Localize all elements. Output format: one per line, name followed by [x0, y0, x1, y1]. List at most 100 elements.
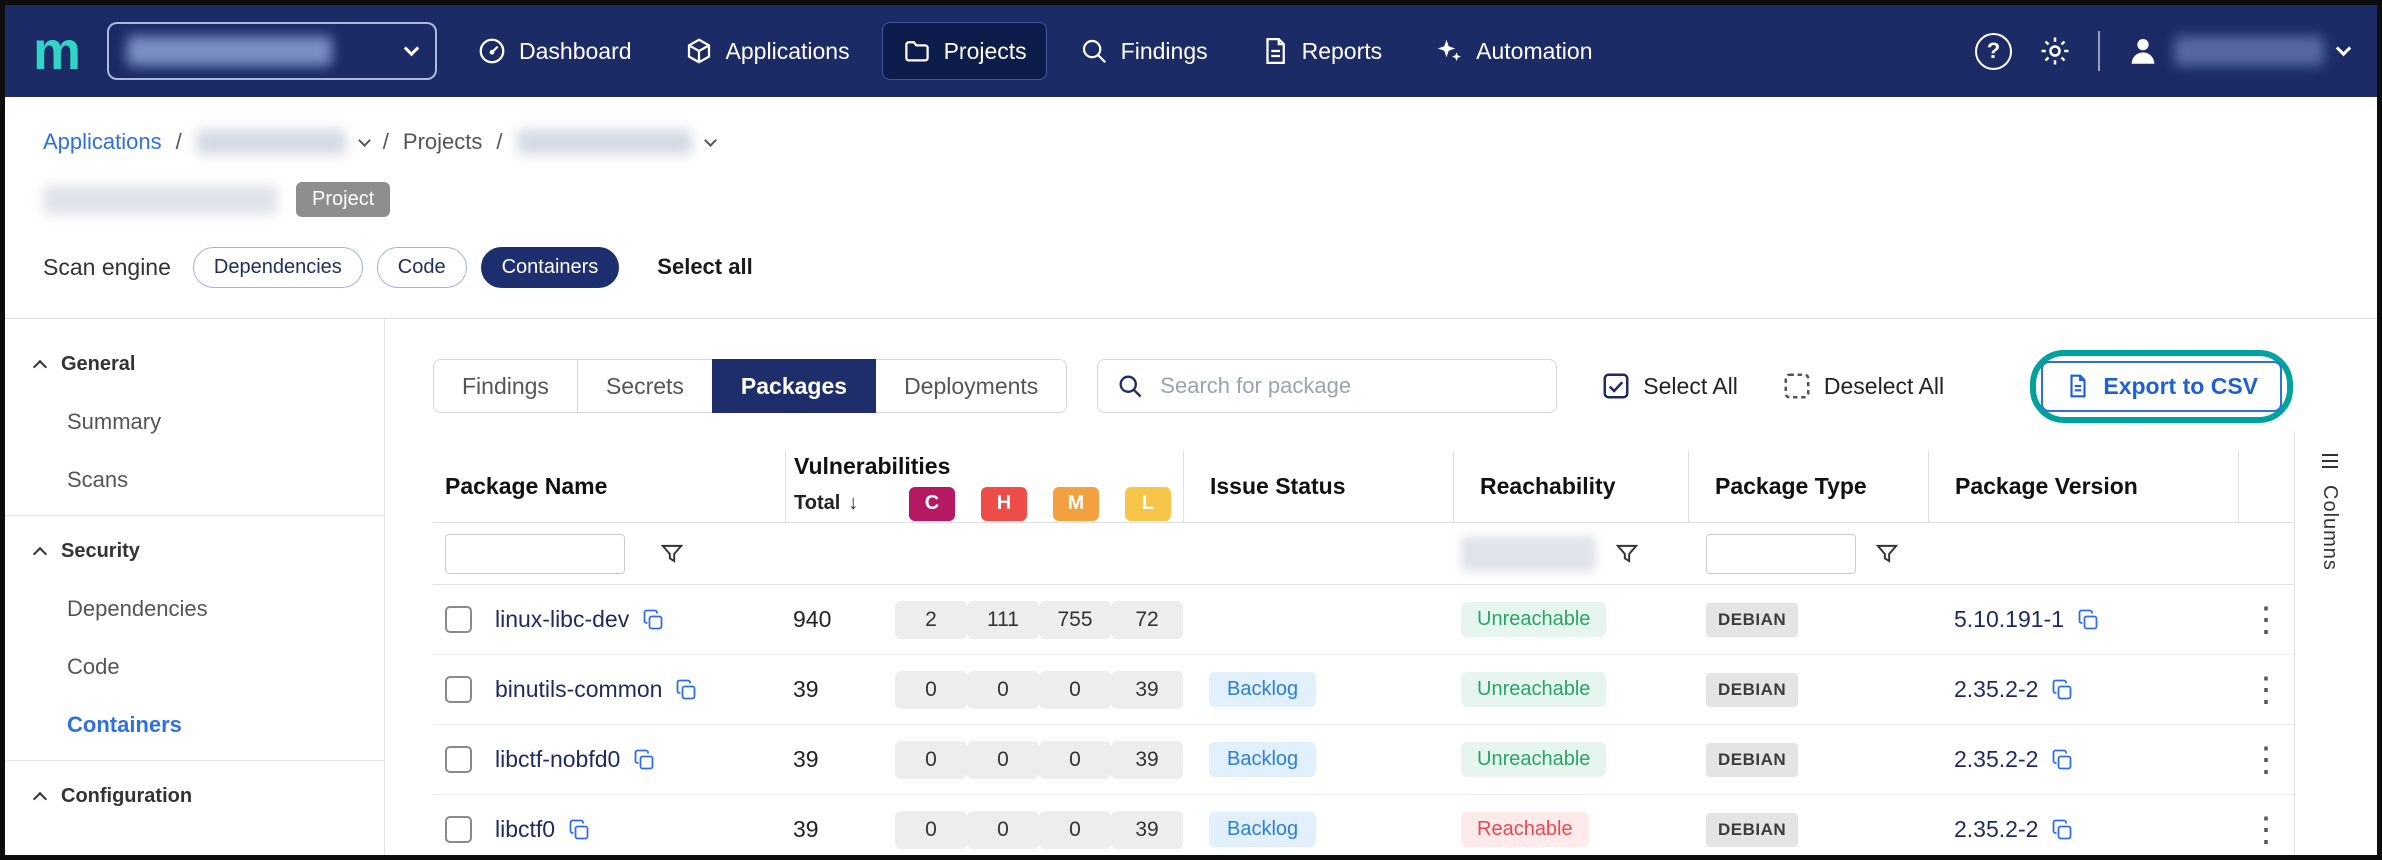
checkbox-dashed-icon — [1782, 371, 1812, 401]
copy-icon[interactable] — [641, 608, 665, 632]
select-all-button[interactable]: Select All — [1601, 371, 1738, 401]
breadcrumb-separator: / — [496, 129, 502, 155]
tab-secrets[interactable]: Secrets — [577, 359, 713, 413]
sidebar-item-dependencies[interactable]: Dependencies — [5, 580, 384, 638]
total-sort-control[interactable]: Total ↓ — [794, 492, 896, 515]
engine-select-all[interactable]: Select all — [657, 254, 752, 280]
copy-icon[interactable] — [632, 748, 656, 772]
sidebar-item-code[interactable]: Code — [5, 638, 384, 696]
row-checkbox[interactable] — [445, 746, 472, 773]
critical-count: 0 — [895, 671, 967, 709]
sidebar-section-security[interactable]: Security — [5, 522, 384, 580]
tab-packages[interactable]: Packages — [712, 359, 876, 413]
header-package-type: Package Type — [1688, 451, 1928, 522]
findings-icon — [1079, 36, 1109, 66]
package-search[interactable] — [1097, 359, 1557, 413]
row-checkbox[interactable] — [445, 676, 472, 703]
export-to-csv-button[interactable]: Export to CSV — [2041, 361, 2282, 412]
total-count: 940 — [785, 606, 895, 633]
package-type-filter-button[interactable] — [1874, 541, 1900, 567]
high-count: 0 — [967, 741, 1039, 779]
reachability-badge: Reachable — [1461, 812, 1589, 847]
help-button[interactable]: ? — [1975, 33, 2012, 70]
columns-control[interactable]: Columns — [2294, 431, 2364, 855]
engine-pill-containers[interactable]: Containers — [481, 247, 620, 288]
sidebar-section-configuration[interactable]: Configuration — [5, 767, 384, 825]
nav-item-projects[interactable]: Projects — [882, 22, 1047, 80]
help-icon: ? — [1987, 38, 2000, 64]
user-menu[interactable] — [2126, 34, 2349, 68]
engine-pill-code[interactable]: Code — [377, 247, 467, 288]
app-window: m Dashboard Applications Projects Findin… — [0, 0, 2382, 860]
critical-count: 0 — [895, 811, 967, 849]
divider — [5, 515, 384, 516]
nav-item-reports[interactable]: Reports — [1240, 22, 1403, 80]
reachability-badge: Unreachable — [1461, 672, 1606, 707]
engine-pill-dependencies[interactable]: Dependencies — [193, 247, 363, 288]
package-name-filter-input[interactable] — [445, 534, 625, 574]
nav-item-findings[interactable]: Findings — [1059, 22, 1228, 80]
sidebar-item-scans[interactable]: Scans — [5, 451, 384, 509]
medium-count: 0 — [1039, 811, 1111, 849]
package-version: 2.35.2-2 — [1954, 746, 2038, 773]
sort-desc-icon: ↓ — [848, 492, 858, 515]
tab-group: Findings Secrets Packages Deployments — [433, 359, 1067, 413]
nav-item-applications[interactable]: Applications — [664, 22, 870, 80]
section-label: General — [61, 353, 135, 376]
sidebar-section-general[interactable]: General — [5, 335, 384, 393]
tab-deployments[interactable]: Deployments — [875, 359, 1067, 413]
package-name-filter-button[interactable] — [659, 541, 685, 567]
copy-icon[interactable] — [2050, 678, 2074, 702]
package-type-badge: DEBIAN — [1706, 743, 1798, 777]
redacted-project-title — [43, 185, 278, 215]
chevron-down-icon[interactable] — [704, 134, 717, 147]
row-menu-button[interactable]: ⋮ — [2238, 603, 2294, 637]
deselect-all-button[interactable]: Deselect All — [1782, 371, 1944, 401]
redacted-reachability-filter[interactable] — [1461, 536, 1596, 572]
nav-item-automation[interactable]: Automation — [1414, 22, 1612, 80]
chevron-up-icon — [33, 359, 47, 373]
row-menu-button[interactable]: ⋮ — [2238, 813, 2294, 847]
redacted-project-name — [517, 129, 692, 155]
header-issue-status: Issue Status — [1183, 451, 1453, 522]
chevron-down-icon — [404, 41, 420, 57]
sidebar-item-summary[interactable]: Summary — [5, 393, 384, 451]
copy-icon[interactable] — [567, 818, 591, 842]
table-row: libctf-nobfd0 39 0 0 0 39 Backlog Unreac… — [433, 725, 2294, 795]
chevron-down-icon[interactable] — [358, 134, 371, 147]
package-name: libctf-nobfd0 — [495, 746, 620, 773]
columns-label: Columns — [2318, 485, 2341, 571]
row-menu-button[interactable]: ⋮ — [2238, 673, 2294, 707]
nav-item-dashboard[interactable]: Dashboard — [457, 22, 652, 80]
row-checkbox[interactable] — [445, 816, 472, 843]
package-type-filter-input[interactable] — [1706, 534, 1856, 574]
package-search-input[interactable] — [1158, 372, 1538, 400]
package-type-badge: DEBIAN — [1706, 813, 1798, 847]
redacted-org-name — [127, 36, 332, 66]
copy-icon[interactable] — [674, 678, 698, 702]
automation-icon — [1434, 36, 1464, 66]
content-area: General Summary Scans Security Dependenc… — [5, 318, 2377, 855]
package-name: binutils-common — [495, 676, 662, 703]
select-all-label: Select All — [1643, 373, 1738, 400]
deselect-all-label: Deselect All — [1824, 373, 1944, 400]
breadcrumb-projects-label: Projects — [403, 129, 482, 155]
breadcrumb-applications-link[interactable]: Applications — [43, 129, 162, 155]
issue-status-badge: Backlog — [1209, 812, 1316, 847]
severity-medium-badge: M — [1053, 487, 1099, 521]
nav-label: Applications — [726, 38, 850, 65]
header-reachability: Reachability — [1453, 451, 1688, 522]
org-selector-dropdown[interactable] — [107, 22, 437, 80]
settings-button[interactable] — [2038, 34, 2072, 68]
reachability-filter-button[interactable] — [1614, 541, 1640, 567]
packages-table: Package Name Vulnerabilities Total ↓ C H… — [433, 451, 2294, 855]
copy-icon[interactable] — [2050, 818, 2074, 842]
sidebar-item-containers[interactable]: Containers — [5, 696, 384, 754]
row-menu-button[interactable]: ⋮ — [2238, 743, 2294, 777]
copy-icon[interactable] — [2050, 748, 2074, 772]
filter-funnel-icon — [659, 541, 685, 567]
copy-icon[interactable] — [2076, 608, 2100, 632]
low-count: 39 — [1111, 811, 1183, 849]
row-checkbox[interactable] — [445, 606, 472, 633]
tab-findings[interactable]: Findings — [433, 359, 578, 413]
